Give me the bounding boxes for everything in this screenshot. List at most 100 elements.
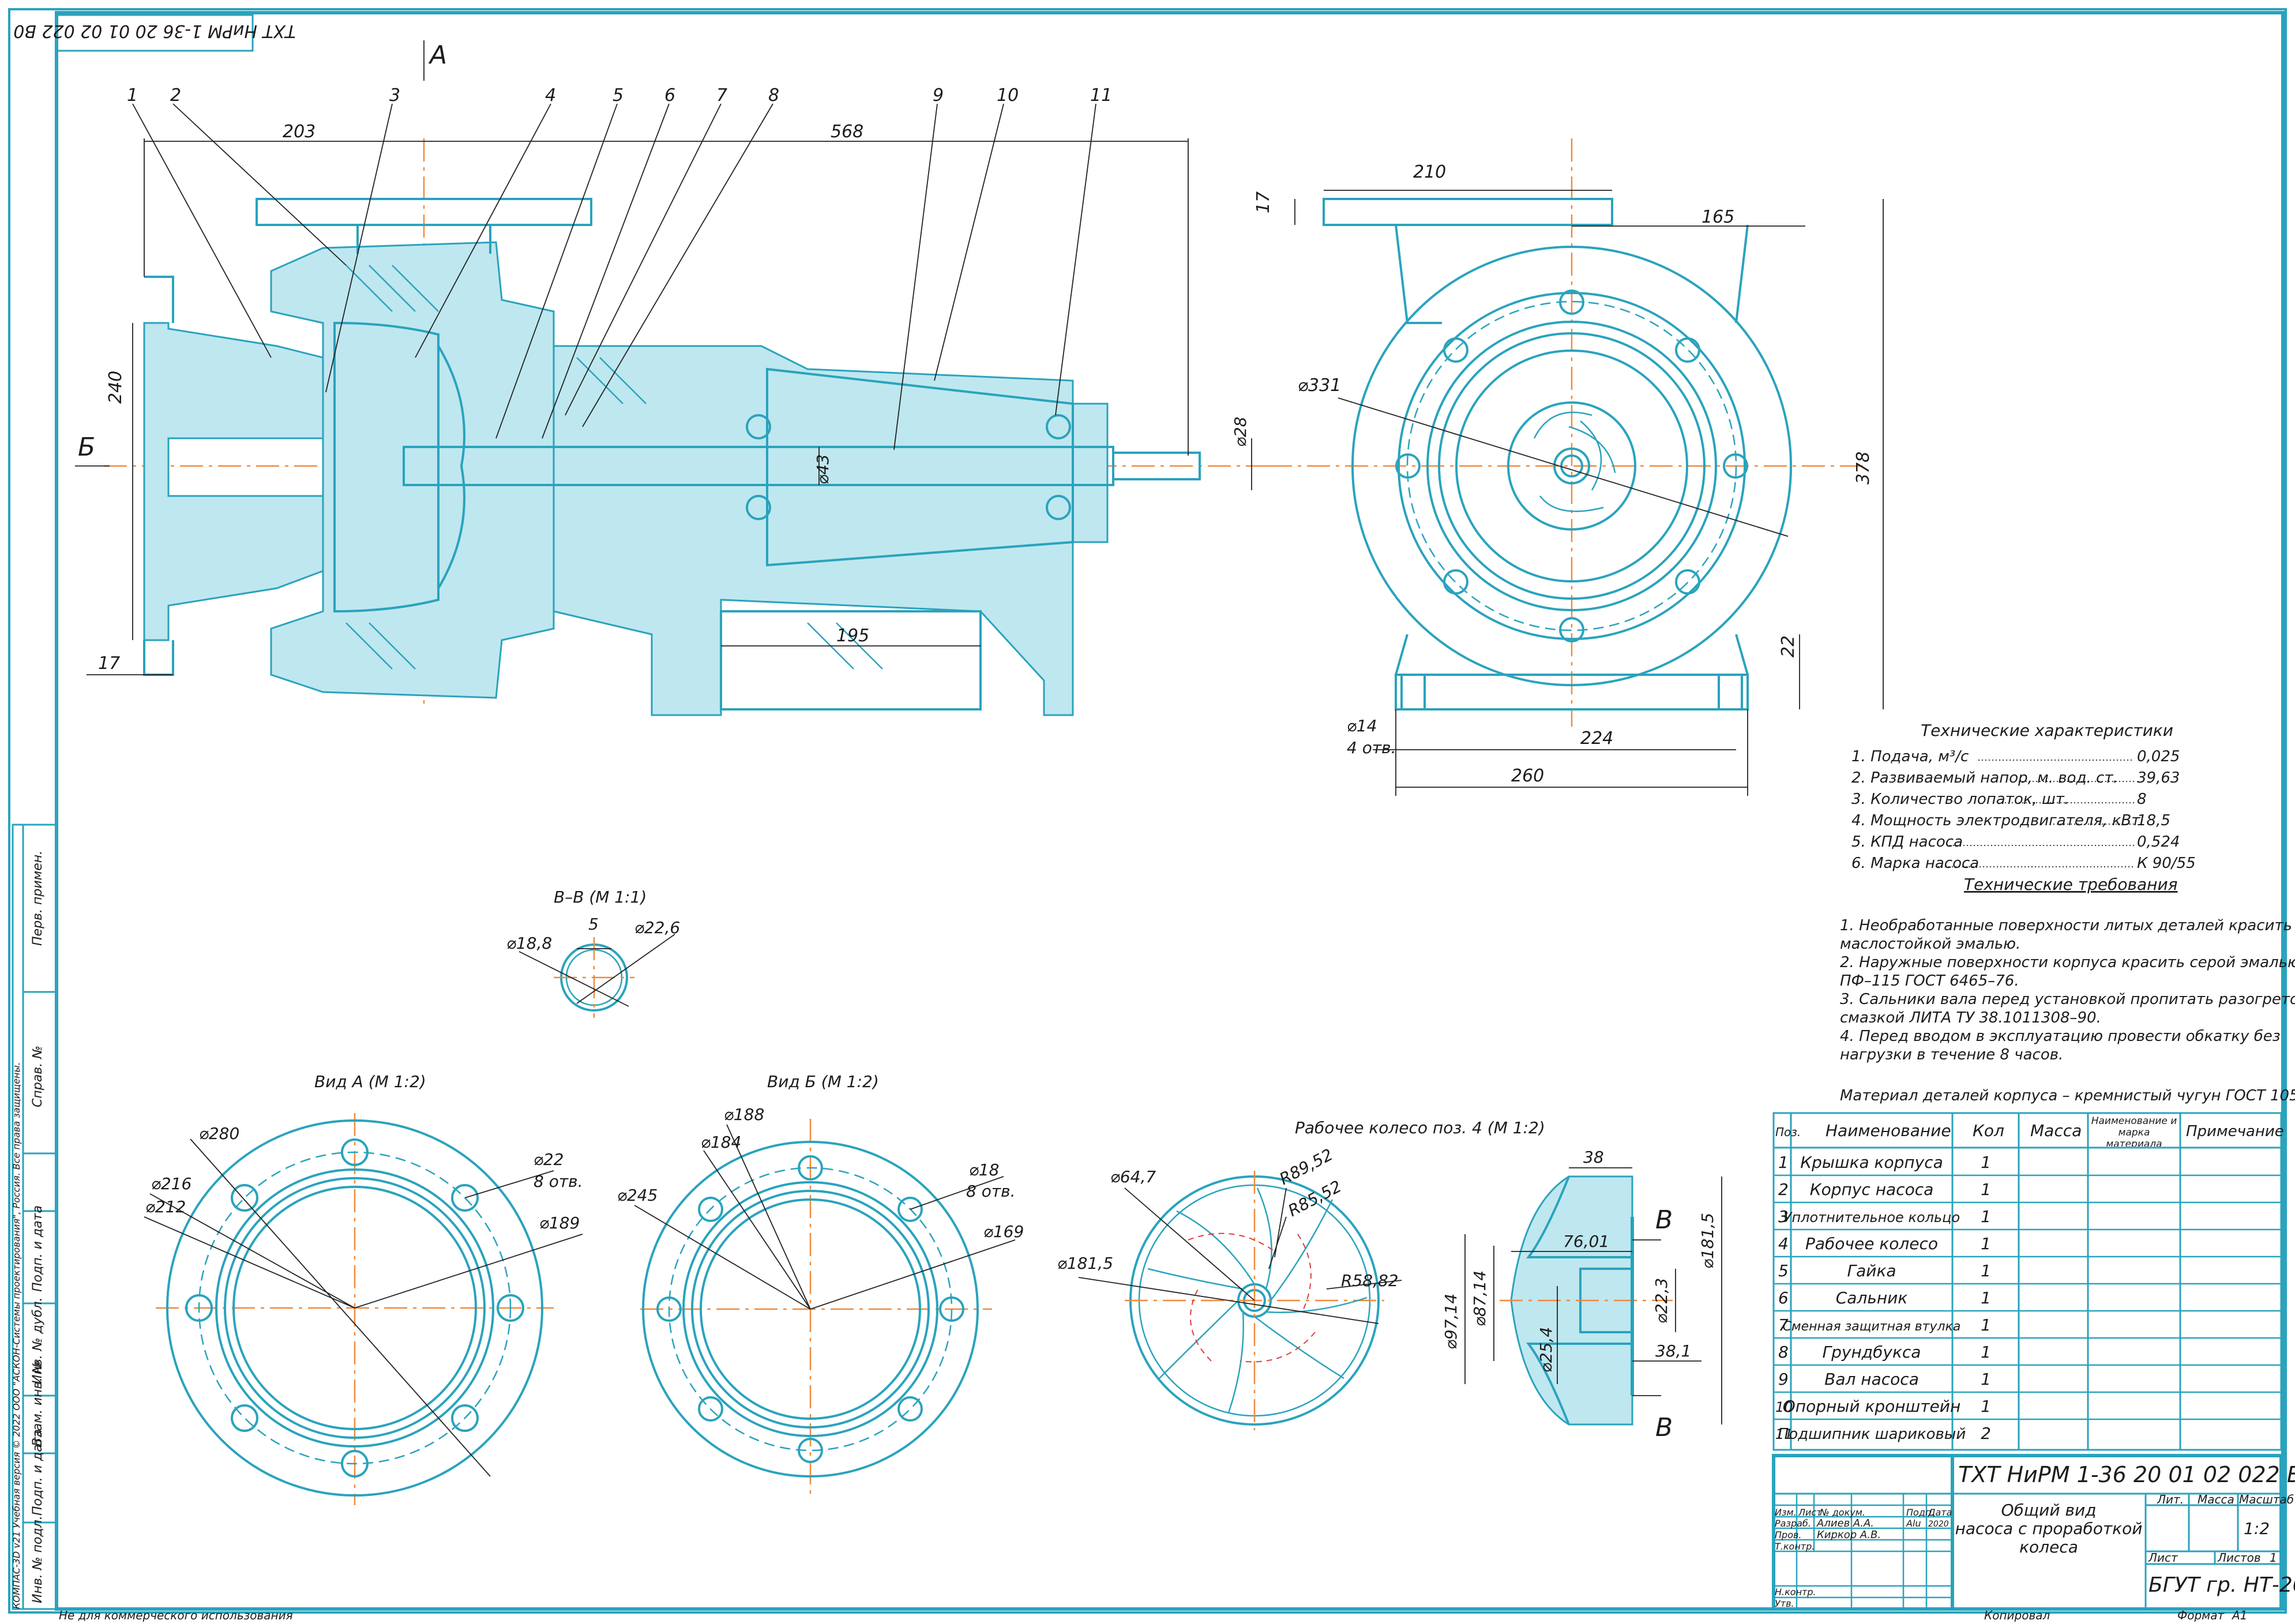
bom-name-7: Сменная защитная втулка	[1783, 1320, 1961, 1334]
spec-value-3: 8	[2137, 791, 2147, 808]
tb-name-line1: Общий вид	[2001, 1501, 2096, 1520]
stamp-podp-data-1: Подп. и дата	[31, 1205, 45, 1292]
bom-qty-1: 1	[1981, 1153, 1991, 1172]
bom-pos-1: 1	[1778, 1153, 1789, 1172]
bom-qty-9: 1	[1981, 1370, 1991, 1389]
impsec-d25-4: ⌀25,4	[1537, 1327, 1556, 1373]
tb-role-razrab: Разраб.	[1775, 1518, 1811, 1529]
tb-col-list: Лист	[1798, 1507, 1822, 1518]
bom-h-qty: Кол	[1973, 1121, 2004, 1140]
dim-165: 165	[1701, 207, 1734, 227]
impeller-r58-82: R58,82	[1341, 1271, 1399, 1290]
tech-req-title: Технические требования	[1964, 875, 2178, 894]
tb-sheets: Листов	[2217, 1551, 2261, 1565]
pos-9: 9	[933, 85, 944, 106]
side-view: 210 17 165 ⌀331 378 22 ⌀14 4 отв. 224 26…	[1253, 138, 1884, 796]
bom-h-mass: Масса	[2030, 1121, 2082, 1140]
impsec-38-1: 38,1	[1655, 1341, 1691, 1360]
spec-value-4: 18,5	[2137, 812, 2170, 829]
bom-name-9: Вал насоса	[1824, 1370, 1919, 1389]
view-a: Вид А (М 1:2) ⌀280 ⌀216 ⌀212 ⌀22 8 отв. …	[144, 1072, 583, 1505]
dim-d331: ⌀331	[1298, 375, 1341, 396]
bom-h-material: Наименование и марка материала	[2091, 1115, 2177, 1146]
req-line-3: 2. Наружные поверхности корпуса красить …	[1840, 954, 2295, 971]
pos-1: 1	[127, 85, 138, 106]
drawing-canvas: ТХТ НиРМ 1-36 20 01 02 022 В0 Перв. прим…	[8, 8, 2295, 1622]
view-b: Вид Б (М 1:2) ⌀188 ⌀184 ⌀245 ⌀18 8 отв. …	[617, 1072, 1024, 1499]
bom-pos-9: 9	[1778, 1370, 1789, 1389]
watermark: КОМПАС-3D v21 Учебная версия © 2022 ООО …	[11, 1062, 22, 1609]
pos-3: 3	[389, 85, 400, 106]
view-b-d245: ⌀245	[617, 1186, 658, 1205]
stamp-sprav: Справ. №	[31, 1046, 45, 1107]
tb-sheet: Лист	[2148, 1551, 2178, 1565]
impsec-d181-5: ⌀181,5	[1698, 1213, 1717, 1269]
main-section-view: 203 568 240 17 195 ⌀43 ⌀28 А Б 1 2 3 4 5…	[75, 40, 1269, 716]
req-line-8: нагрузки в течение 8 часов.	[1840, 1046, 2063, 1063]
bom-qty-2: 1	[1981, 1180, 1991, 1199]
pos-8: 8	[768, 85, 779, 106]
view-b-d184: ⌀184	[701, 1133, 741, 1152]
bom-name-3: Уплотнительное кольцо	[1783, 1209, 1960, 1225]
impsec-38: 38	[1583, 1148, 1604, 1167]
view-b-8-holes: 8 отв.	[966, 1182, 1016, 1201]
view-a-d212: ⌀212	[145, 1197, 186, 1216]
bom-pos-5: 5	[1778, 1261, 1789, 1280]
req-line-1: 1. Необработанные поверхности литых дета…	[1840, 917, 2292, 934]
footer-copied: Копировал	[1984, 1608, 2050, 1622]
bom-pos-8: 8	[1778, 1343, 1789, 1362]
req-line-7: 4. Перед вводом в эксплуатацию провести …	[1840, 1028, 2281, 1045]
spec-label-6: 6. Марка насоса	[1851, 855, 1979, 872]
dim-side-22: 22	[1778, 636, 1798, 657]
tb-scale: Масштаб	[2239, 1493, 2294, 1506]
tb-lit: Лит.	[2157, 1493, 2184, 1506]
footer-format-value: А1	[2231, 1608, 2247, 1622]
stamp-perv-primen: Перв. примен.	[31, 851, 45, 946]
tb-col-izm: Изм.	[1775, 1507, 1797, 1518]
view-b-d169: ⌀169	[983, 1222, 1024, 1241]
bom-qty-8: 1	[1981, 1343, 1991, 1362]
stamp-inv-podl: Инв. № подл.	[31, 1516, 45, 1603]
bom-name-11: Подшипник шариковый	[1778, 1426, 1966, 1443]
bom-name-10: Опорный кронштейн	[1783, 1397, 1961, 1416]
bom-qty-4: 1	[1981, 1234, 1991, 1253]
tb-checker: Киркор А.В.	[1817, 1529, 1881, 1541]
tb-role-prov: Пров.	[1775, 1529, 1802, 1540]
impeller-d181-5: ⌀181,5	[1057, 1254, 1113, 1273]
spec-value-1: 0,025	[2137, 748, 2180, 765]
tb-name-line2: насоса с проработкой	[1955, 1519, 2143, 1538]
footer-format: Формат	[2177, 1608, 2225, 1622]
section-vv-5: 5	[588, 915, 599, 934]
spec-label-3: 3. Количество лопаток, шт.	[1851, 791, 2069, 808]
stamp-podp-data-2: Подп. и дата	[31, 1429, 45, 1516]
tech-specs-title: Технические характеристики	[1921, 721, 2173, 740]
view-a-d22: ⌀22	[534, 1150, 564, 1169]
impsec-76-01: 76,01	[1563, 1232, 1609, 1251]
tb-name-line3: колеса	[2019, 1537, 2078, 1557]
title-doc-number: ТХТ НиРМ 1-36 20 01 02 022 В0	[1958, 1462, 2295, 1487]
impsec-d97-14: ⌀97,14	[1441, 1294, 1460, 1349]
view-a-d216: ⌀216	[151, 1174, 191, 1193]
dim-d28: ⌀28	[1231, 417, 1250, 448]
bom-pos-6: 6	[1778, 1288, 1789, 1307]
bom-qty-10: 1	[1981, 1397, 1991, 1416]
dim-195: 195	[836, 626, 869, 646]
bom-pos-2: 2	[1778, 1180, 1789, 1199]
spec-label-1: 1. Подача, м³/с	[1851, 748, 1969, 765]
bom-table: Поз. Наименование Кол Масса Наименование…	[1772, 1112, 2284, 1451]
bom-qty-5: 1	[1981, 1261, 1991, 1280]
spec-label-5: 5. КПД насоса	[1851, 833, 1963, 851]
dim-4-holes: 4 отв.	[1347, 738, 1396, 757]
tech-specs: Технические характеристики 1. Подача, м³…	[1840, 721, 2295, 1104]
pos-6: 6	[664, 85, 675, 106]
view-a-d189: ⌀189	[539, 1213, 580, 1232]
dim-17: 17	[98, 653, 120, 674]
tb-signature: Alu	[1906, 1518, 1921, 1529]
spec-value-2: 39,63	[2137, 769, 2180, 787]
bom-qty-7: 1	[1981, 1315, 1991, 1334]
bom-name-4: Рабочее колесо	[1805, 1234, 1938, 1253]
side-stamps: Перв. примен. Справ. № Подп. и дата Инв.…	[11, 824, 58, 1610]
impeller-title: Рабочее колесо поз. 4 (М 1:2)	[1295, 1118, 1545, 1137]
req-line-5: 3. Сальники вала перед установкой пропит…	[1840, 991, 2295, 1008]
pos-4: 4	[545, 85, 556, 106]
